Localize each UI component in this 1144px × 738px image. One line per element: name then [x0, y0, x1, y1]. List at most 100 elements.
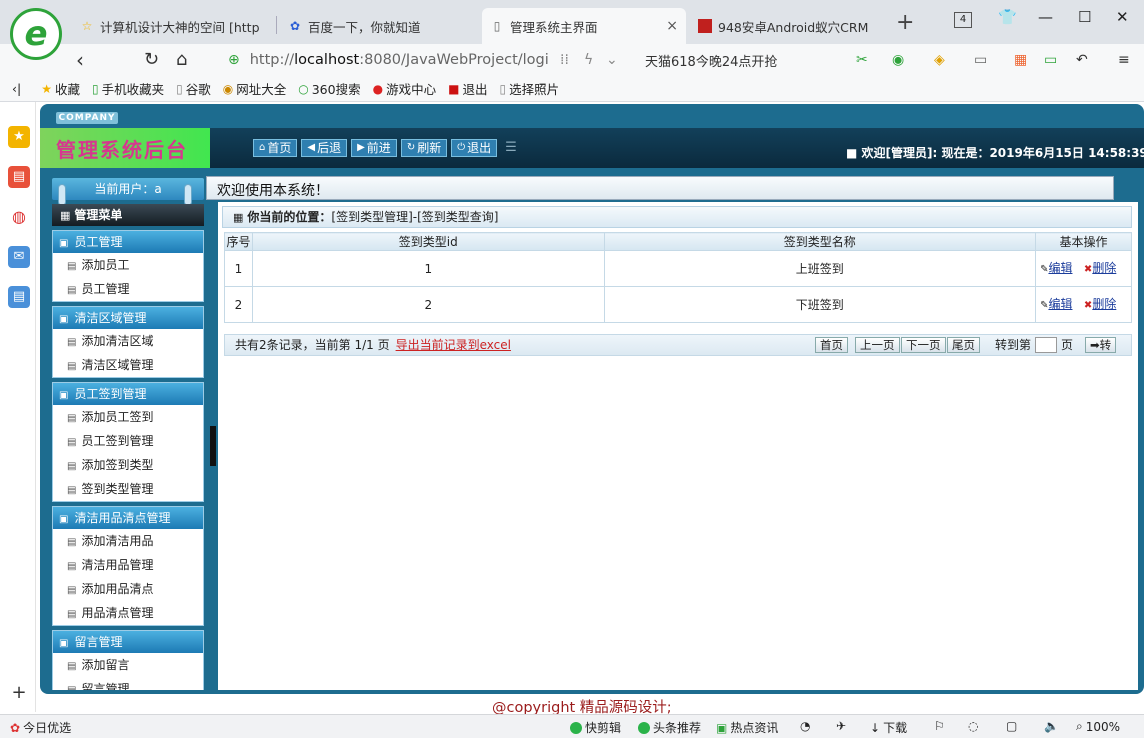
menu-group-header[interactable]: ▣ 清洁区域管理: [53, 307, 203, 329]
sidebar-item-add-inventory[interactable]: ▤ 添加用品清点: [53, 577, 203, 601]
status-flag-icon[interactable]: ⚐: [934, 719, 945, 733]
close-window-icon[interactable]: ✕: [1116, 8, 1129, 26]
delete-link[interactable]: 删除: [1092, 297, 1116, 311]
menu-icon[interactable]: ≡: [1118, 52, 1130, 68]
goto-button[interactable]: ➡转: [1085, 337, 1117, 353]
sidebar-item-signin-types[interactable]: ▤ 签到类型管理: [53, 477, 203, 501]
reload-icon[interactable]: ↻: [144, 48, 159, 72]
status-ie-icon[interactable]: ◌: [968, 719, 978, 733]
chevron-down-icon[interactable]: ⌄: [606, 52, 618, 68]
tab-blog[interactable]: ☆ 计算机设计大神的空间 [http: [72, 8, 272, 44]
tab-crm[interactable]: 948安卓Android蚁穴CRM: [690, 8, 870, 44]
tab-count-badge[interactable]: 4: [954, 12, 972, 28]
screenshot-icon[interactable]: ▭: [974, 52, 987, 68]
sidebar-item-add-area[interactable]: ▤ 添加清洁区域: [53, 329, 203, 353]
nav-back-button[interactable]: ◀ 后退: [301, 139, 348, 157]
coupon-icon[interactable]: ◈: [934, 52, 945, 68]
grid-icon[interactable]: ⁞⁞: [560, 52, 569, 68]
add-sidebar-icon[interactable]: +: [8, 682, 30, 704]
minimize-icon[interactable]: —: [1038, 8, 1053, 26]
tab-baidu[interactable]: ✿ 百度一下，你就知道: [280, 8, 470, 44]
translate-icon[interactable]: ◉: [892, 52, 904, 68]
new-tab-button[interactable]: +: [896, 10, 914, 35]
bookmark-360-search[interactable]: ○ 360搜索: [298, 79, 360, 98]
status-zoom[interactable]: ⌕ 100%: [1076, 719, 1120, 734]
maximize-icon[interactable]: ☐: [1078, 8, 1091, 26]
item-icon: ▤: [67, 461, 77, 472]
menu-group-header[interactable]: ▣ 员工管理: [53, 231, 203, 253]
edit-link[interactable]: 编辑: [1048, 261, 1072, 275]
today-picks[interactable]: ✿ 今日优选: [10, 719, 71, 736]
scissors-icon[interactable]: ✂: [856, 52, 868, 68]
bookmark-exit[interactable]: ■ 退出: [448, 79, 487, 98]
bookmark-mobile[interactable]: ▯ 手机收藏夹: [92, 79, 164, 98]
sidebar-item-messages[interactable]: ▤留言管理: [53, 677, 203, 690]
bookmark-game-center[interactable]: ● 游戏中心: [373, 79, 437, 98]
item-icon: ▤: [67, 261, 77, 272]
promo-text[interactable]: 天猫618今晚24点开抢: [645, 51, 777, 70]
next-page-button[interactable]: 下一页: [901, 337, 946, 353]
prev-page-button[interactable]: 上一页: [855, 337, 900, 353]
menu-group-header[interactable]: ▣ 员工签到管理: [53, 383, 203, 405]
last-page-button[interactable]: 尾页: [947, 337, 980, 353]
status-window-icon[interactable]: ▢: [1006, 719, 1017, 733]
status-volume-icon[interactable]: 🔈: [1044, 719, 1059, 733]
bookmark-select-photo[interactable]: ▯ 选择照片: [499, 79, 559, 98]
first-page-button[interactable]: 首页: [815, 337, 848, 353]
bookmarks-bar: ‹| ★ 收藏 ▯ 手机收藏夹 ▯ 谷歌 ◉ 网址大全 ○ 360搜索 ● 游戏中心 ■ 退出…: [0, 76, 1144, 102]
nav-forward-button[interactable]: ▶ 前进: [351, 139, 397, 157]
export-excel-link[interactable]: 导出当前记录到excel: [396, 338, 511, 352]
sidebar-item-signins[interactable]: ▤ 员工签到管理: [53, 429, 203, 453]
menu-group-header[interactable]: ▣ 清洁用品清点管理: [53, 507, 203, 529]
status-quick-clip[interactable]: 快剪辑: [570, 719, 621, 736]
tab-admin-main[interactable]: ▯ 管理系统主界面 ×: [482, 8, 686, 44]
bookmark-google[interactable]: ▯ 谷歌: [176, 79, 211, 98]
pin-icon: [184, 184, 192, 206]
sidebar-collapse-handle[interactable]: [210, 426, 216, 466]
battery-icon[interactable]: ▭: [1044, 52, 1057, 68]
close-tab-icon[interactable]: ×: [660, 18, 678, 34]
nav-refresh-button[interactable]: ↻ 刷新: [400, 139, 448, 157]
bookmark-directory[interactable]: ◉ 网址大全: [223, 79, 287, 98]
browser-tab-bar: e ☆ 计算机设计大神的空间 [http ✿ 百度一下，你就知道 ▯ 管理系统主…: [0, 0, 1144, 60]
status-hot-news[interactable]: ▣ 热点资讯: [716, 719, 778, 736]
nav-home-button[interactable]: ⌂ 首页: [253, 139, 298, 157]
sidebar-item-staff[interactable]: ▤ 员工管理: [53, 277, 203, 301]
news-icon[interactable]: ▤: [8, 166, 30, 188]
sidebar-toggle-icon[interactable]: ‹|: [12, 81, 21, 96]
sidebar-item-areas[interactable]: ▤ 清洁区域管理: [53, 353, 203, 377]
sidebar-item-inventory[interactable]: ▤ 用品清点管理: [53, 601, 203, 625]
sidebar-item-supplies[interactable]: ▤ 清洁用品管理: [53, 553, 203, 577]
browser-logo-icon[interactable]: e: [10, 8, 62, 60]
home-icon[interactable]: ⌂: [176, 48, 187, 72]
status-download[interactable]: ↓ 下载: [870, 719, 907, 736]
sidebar-item-add-message[interactable]: ▤ 添加留言: [53, 653, 203, 677]
status-headlines[interactable]: 头条推荐: [638, 719, 701, 736]
menu-group-header[interactable]: ▣ 留言管理: [53, 631, 203, 653]
sidebar-item-add-supply[interactable]: ▤ 添加清洁用品: [53, 529, 203, 553]
status-speed-icon[interactable]: ◔: [800, 719, 810, 733]
nav-logout-button[interactable]: ⏻ 退出: [451, 139, 498, 157]
weibo-icon[interactable]: ◍: [8, 206, 30, 228]
apps-icon[interactable]: ▦: [1014, 52, 1027, 68]
delete-link[interactable]: 删除: [1092, 261, 1116, 275]
sidebar-item-add-signin[interactable]: ▤ 添加员工签到: [53, 405, 203, 429]
undo-icon[interactable]: ↶: [1076, 52, 1088, 68]
bookmark-favorites[interactable]: ★ 收藏: [41, 79, 80, 98]
list-icon[interactable]: ☰: [505, 139, 517, 157]
sidebar-item-add-signin-type[interactable]: ▤ 添加签到类型: [53, 453, 203, 477]
skin-icon[interactable]: 👕: [998, 8, 1017, 26]
sidebar-item-add-staff[interactable]: ▤ 添加员工: [53, 253, 203, 277]
goto-page-input[interactable]: [1035, 337, 1057, 353]
welcome-banner: 欢迎使用本系统！: [206, 176, 1114, 200]
edit-link[interactable]: 编辑: [1048, 297, 1072, 311]
admin-app-frame: COMPANY 管理系统后台 ⌂ 首页 ◀ 后退 ▶ 前进 ↻ 刷新 ⏻ 退出 ☰ ■ 欢…: [40, 104, 1144, 694]
mail-icon[interactable]: ✉: [8, 246, 30, 268]
item-icon: ▤: [67, 437, 77, 448]
lightning-icon[interactable]: ϟ: [584, 52, 593, 68]
document-icon[interactable]: ▤: [8, 286, 30, 308]
back-icon[interactable]: ‹: [76, 48, 84, 72]
status-plane-icon[interactable]: ✈: [836, 719, 846, 733]
favorites-star-icon[interactable]: ★: [8, 126, 30, 148]
url-rest: :8080/JavaWebProject/logi: [359, 52, 549, 68]
